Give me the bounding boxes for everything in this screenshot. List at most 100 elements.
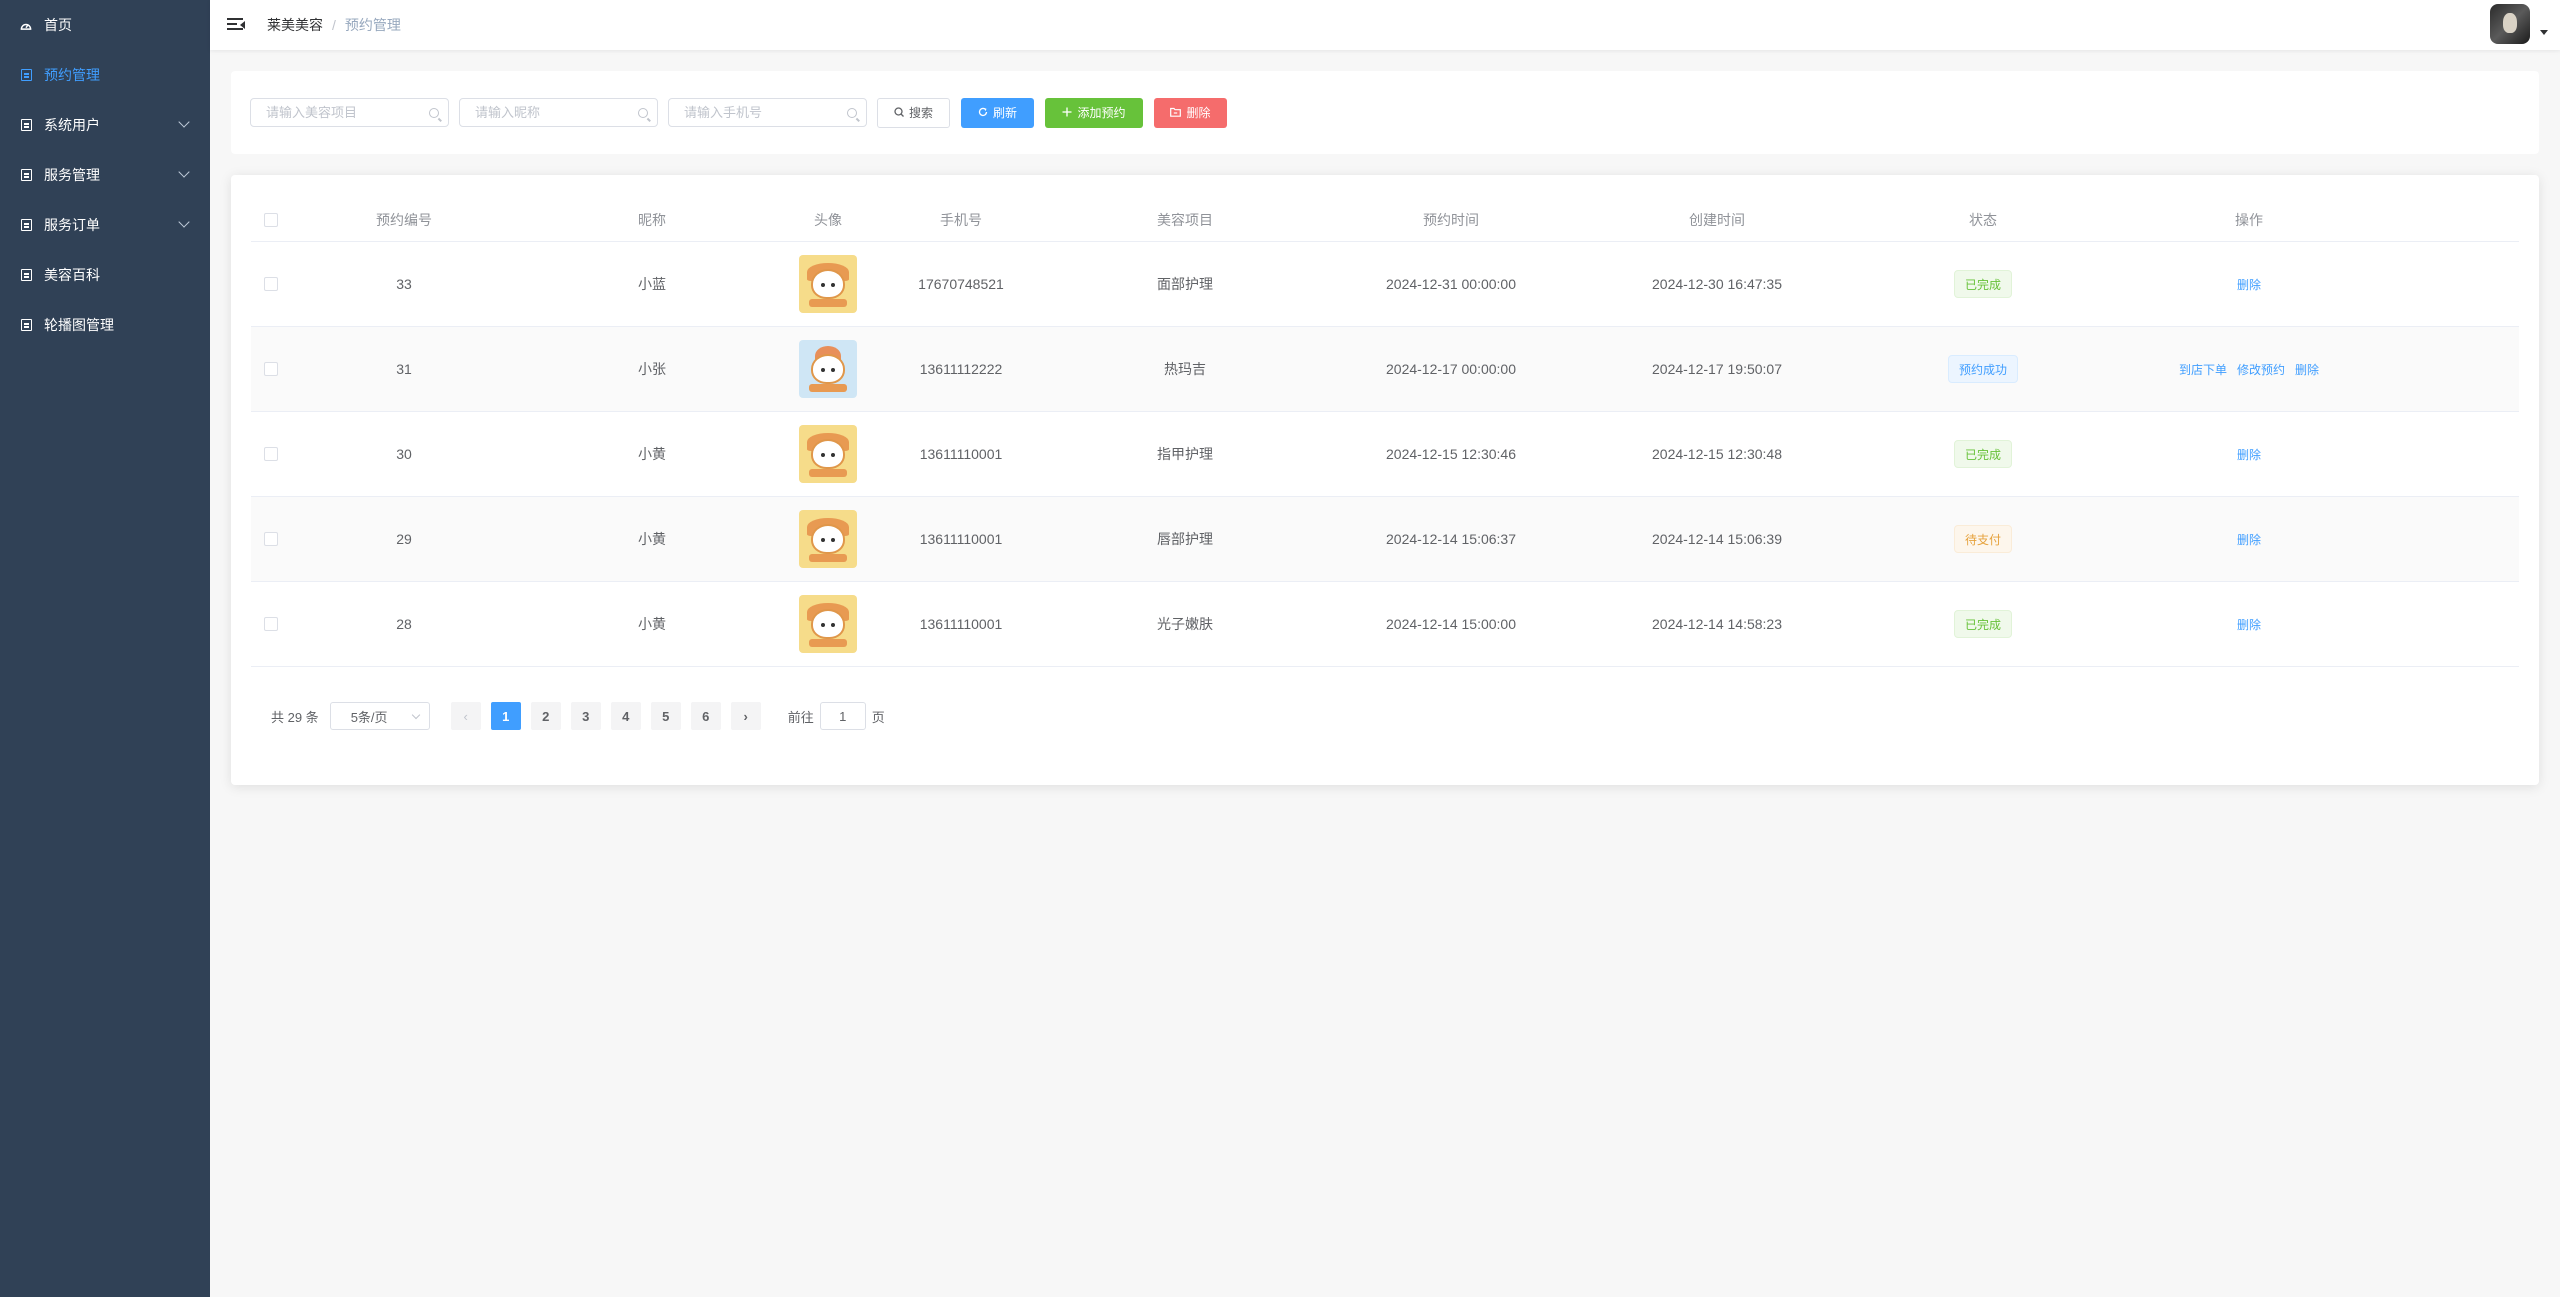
cell-appointment-time: 2024-12-14 15:06:37 bbox=[1386, 531, 1516, 547]
cell-actions: 删除 bbox=[2116, 276, 2382, 293]
cell-created-time: 2024-12-15 12:30:48 bbox=[1652, 446, 1782, 462]
chevron-down-icon bbox=[178, 216, 190, 228]
row-checkbox[interactable] bbox=[263, 447, 278, 461]
search-button[interactable]: 搜索 bbox=[877, 97, 950, 128]
table-row: 30 小黄 13611110001 指甲护理 2024-12-15 12:30:46 20… bbox=[251, 412, 2519, 497]
project-search-input[interactable] bbox=[251, 99, 448, 126]
add-appointment-label: 添加预约 bbox=[1077, 106, 1126, 120]
next-page-button[interactable]: › bbox=[730, 702, 761, 730]
cell-phone: 13611110001 bbox=[919, 616, 1003, 632]
cell-status: 待支付 bbox=[1850, 525, 2116, 553]
table-row: 29 小黄 13611110001 唇部护理 2024-12-14 15:06:37 20… bbox=[251, 497, 2519, 582]
cell-status: 已完成 bbox=[1850, 440, 2116, 468]
add-appointment-button[interactable]: 添加预约 bbox=[1045, 97, 1143, 128]
row-checkbox[interactable] bbox=[263, 277, 278, 291]
page-button-1[interactable]: 1 bbox=[490, 702, 521, 730]
select-all-checkbox[interactable] bbox=[263, 212, 278, 227]
nickname-search-input[interactable] bbox=[460, 99, 657, 126]
phone-search-field[interactable] bbox=[668, 98, 867, 127]
project-search-field[interactable] bbox=[250, 98, 449, 127]
batch-delete-label: 删除 bbox=[1186, 106, 1211, 120]
appointments-table-card: 预约编号 昵称 头像 手机号 美容项目 预约时间 创建时间 状态 操作 33 小蓝… bbox=[231, 175, 2539, 785]
cell-appointment-id: 29 bbox=[396, 531, 412, 547]
page-button-6[interactable]: 6 bbox=[690, 702, 721, 730]
cell-actions: 删除 bbox=[2116, 531, 2382, 548]
cell-appointment-id: 28 bbox=[396, 616, 412, 632]
folder-delete-icon bbox=[1170, 106, 1182, 120]
cell-avatar bbox=[786, 510, 870, 568]
phone-search-input[interactable] bbox=[669, 99, 866, 126]
page-button-2[interactable]: 2 bbox=[530, 702, 561, 730]
goto-page: 前往 页 bbox=[788, 702, 885, 730]
caret-down-icon[interactable] bbox=[2540, 30, 2548, 35]
row-checkbox[interactable] bbox=[263, 617, 278, 631]
col-header-created[interactable]: 创建时间 bbox=[1584, 210, 1850, 230]
dashboard-icon bbox=[20, 19, 32, 31]
goto-prefix: 前往 bbox=[787, 709, 814, 725]
appointments-table: 预约编号 昵称 头像 手机号 美容项目 预约时间 创建时间 状态 操作 33 小蓝… bbox=[251, 198, 2519, 667]
cell-phone: 13611110001 bbox=[919, 446, 1003, 462]
sidebar-item-appointments[interactable]: 预约管理 bbox=[0, 50, 210, 100]
delete-link[interactable]: 删除 bbox=[2237, 616, 2261, 633]
sidebar-item-label: 预约管理 bbox=[44, 67, 100, 83]
nickname-search-field[interactable] bbox=[459, 98, 658, 127]
sidebar-item-services[interactable]: 服务管理 bbox=[0, 150, 210, 200]
cell-appointment-time: 2024-12-31 00:00:00 bbox=[1386, 276, 1516, 292]
cell-created-time: 2024-12-14 14:58:23 bbox=[1652, 616, 1782, 632]
document-icon bbox=[20, 319, 32, 331]
row-checkbox[interactable] bbox=[263, 362, 278, 376]
select-all-cell bbox=[251, 212, 290, 227]
page-button-4[interactable]: 4 bbox=[610, 702, 641, 730]
page-button-3[interactable]: 3 bbox=[570, 702, 601, 730]
col-header-avatar[interactable]: 头像 bbox=[786, 210, 870, 230]
cell-appointment-time: 2024-12-14 15:00:00 bbox=[1386, 616, 1516, 632]
delete-link[interactable]: 删除 bbox=[2237, 276, 2261, 293]
col-header-appt-time[interactable]: 预约时间 bbox=[1318, 210, 1584, 230]
cell-project: 光子嫩肤 bbox=[1157, 616, 1213, 632]
col-header-phone[interactable]: 手机号 bbox=[870, 210, 1052, 230]
col-header-project[interactable]: 美容项目 bbox=[1052, 210, 1318, 230]
place-order-link[interactable]: 到店下单 bbox=[2179, 361, 2227, 378]
col-header-id[interactable]: 预约编号 bbox=[290, 210, 518, 230]
sidebar-item-home[interactable]: 首页 bbox=[0, 0, 210, 50]
refresh-button[interactable]: 刷新 bbox=[961, 97, 1034, 128]
cell-appointment-id: 33 bbox=[396, 276, 412, 292]
top-header: 莱美美容 / 预约管理 bbox=[210, 0, 2560, 50]
row-select-cell bbox=[251, 362, 290, 376]
row-select-cell bbox=[251, 277, 290, 291]
col-header-nickname[interactable]: 昵称 bbox=[518, 210, 786, 230]
user-avatar[interactable] bbox=[2490, 4, 2530, 44]
cell-status: 已完成 bbox=[1850, 270, 2116, 298]
prev-page-button[interactable]: ‹ bbox=[450, 702, 481, 730]
sidebar-item-label: 首页 bbox=[44, 17, 72, 33]
table-header-row: 预约编号 昵称 头像 手机号 美容项目 预约时间 创建时间 状态 操作 bbox=[251, 198, 2519, 242]
customer-avatar-image bbox=[799, 255, 857, 313]
sidebar-item-carousel[interactable]: 轮播图管理 bbox=[0, 300, 210, 350]
sidebar-item-label: 轮播图管理 bbox=[44, 317, 114, 333]
edit-appointment-link[interactable]: 修改预约 bbox=[2237, 361, 2285, 378]
col-header-actions[interactable]: 操作 bbox=[2116, 210, 2382, 230]
status-badge: 已完成 bbox=[1953, 440, 2012, 468]
status-badge: 预约成功 bbox=[1947, 355, 2018, 383]
document-icon bbox=[20, 119, 32, 131]
sidebar-item-system-users[interactable]: 系统用户 bbox=[0, 100, 210, 150]
document-icon bbox=[20, 219, 32, 231]
breadcrumb-current: 预约管理 bbox=[344, 17, 401, 33]
delete-link[interactable]: 删除 bbox=[2237, 531, 2261, 548]
delete-link[interactable]: 删除 bbox=[2237, 446, 2261, 463]
goto-page-input[interactable] bbox=[819, 702, 866, 730]
page-size-select[interactable]: 5条/页 bbox=[329, 702, 430, 730]
sidebar-item-beauty-wiki[interactable]: 美容百科 bbox=[0, 250, 210, 300]
row-checkbox[interactable] bbox=[263, 532, 278, 546]
batch-delete-button[interactable]: 删除 bbox=[1154, 97, 1227, 128]
table-row: 31 小张 13611112222 热玛吉 2024-12-17 00:00:00 202… bbox=[251, 327, 2519, 412]
cell-nickname: 小蓝 bbox=[638, 276, 666, 292]
breadcrumb-home[interactable]: 莱美美容 bbox=[267, 15, 323, 35]
status-badge: 已完成 bbox=[1953, 610, 2012, 638]
page-button-5[interactable]: 5 bbox=[650, 702, 681, 730]
col-header-status[interactable]: 状态 bbox=[1850, 210, 2116, 230]
sidebar-item-service-orders[interactable]: 服务订单 bbox=[0, 200, 210, 250]
cell-project: 热玛吉 bbox=[1164, 361, 1206, 377]
menu-toggle-icon[interactable] bbox=[227, 18, 245, 32]
delete-link[interactable]: 删除 bbox=[2295, 361, 2319, 378]
